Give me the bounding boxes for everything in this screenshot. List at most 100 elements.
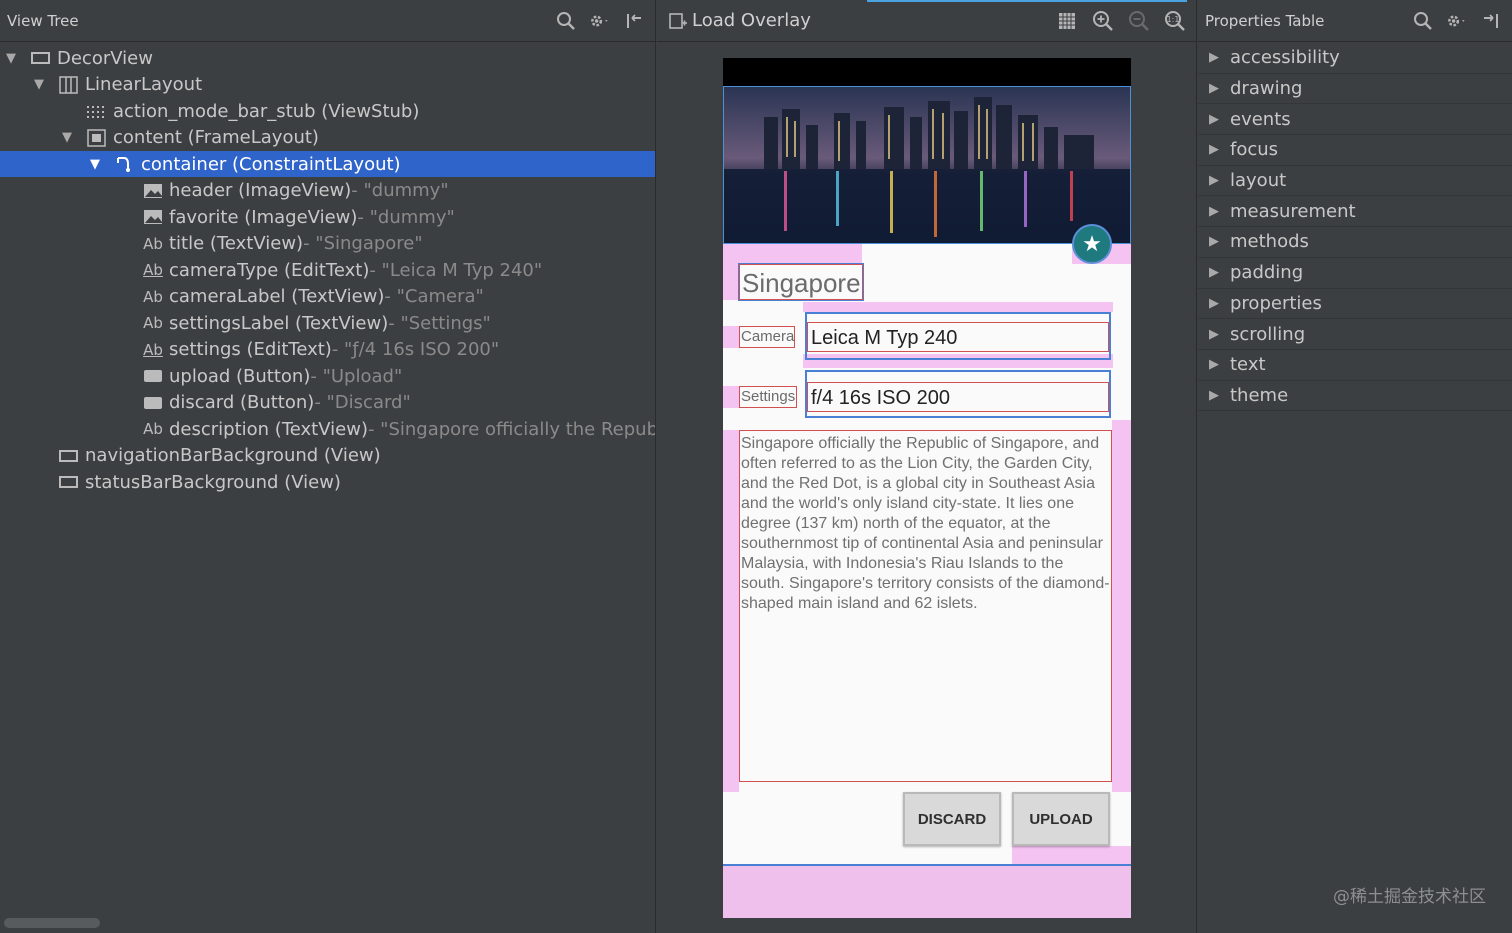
tree-node-navigationbarbackground[interactable]: navigationBarBackground (View): [0, 443, 655, 469]
linearlayout-icon: [58, 75, 80, 95]
property-group-events[interactable]: ▶ events: [1198, 104, 1512, 136]
expand-arrow-icon[interactable]: ▶: [1200, 173, 1228, 188]
zoom-in-icon[interactable]: [1092, 10, 1114, 32]
watermark: @稀土掘金技术社区: [1333, 887, 1486, 907]
tree-node-label: DecorView: [57, 47, 153, 69]
overlay-region: [723, 326, 739, 348]
expand-arrow-icon[interactable]: ▼: [88, 151, 102, 177]
property-group-focus[interactable]: ▶ focus: [1198, 135, 1512, 166]
expand-arrow-icon[interactable]: ▶: [1200, 388, 1228, 403]
load-overlay-button[interactable]: Load Overlay: [689, 10, 811, 31]
overlay-region: [723, 264, 739, 300]
camera-type-field[interactable]: Leica M Typ 240: [807, 322, 1109, 352]
overlay-region: [1012, 846, 1131, 864]
gear-icon[interactable]: [589, 10, 611, 32]
property-group-label: events: [1230, 108, 1291, 130]
expand-arrow-icon[interactable]: ▼: [32, 72, 46, 98]
collapse-right-icon[interactable]: [1480, 10, 1502, 32]
load-overlay-icon[interactable]: [667, 10, 689, 32]
expand-arrow-icon[interactable]: ▶: [1200, 234, 1228, 249]
tree-node-viewstub[interactable]: action_mode_bar_stub (ViewStub): [0, 98, 655, 124]
gear-icon[interactable]: [1446, 10, 1468, 32]
tree-node-label: upload (Button): [169, 365, 311, 387]
tree-node-favorite[interactable]: favorite (ImageView) - "dummy": [0, 204, 655, 230]
toolbar-progress-indicator: [867, 0, 1187, 2]
edittext-icon: Ab: [143, 261, 163, 279]
grid-icon[interactable]: [1056, 10, 1078, 32]
viewstub-icon: [86, 101, 108, 121]
tree-node-value: - "Singapore officially the Republi: [367, 418, 655, 440]
upload-button[interactable]: UPLOAD: [1012, 792, 1110, 846]
tree-node-content[interactable]: ▼ content (FrameLayout): [0, 125, 655, 151]
property-group-scrolling[interactable]: ▶ scrolling: [1198, 319, 1512, 350]
view-tree-title: View Tree: [7, 11, 79, 30]
zoom-out-icon[interactable]: [1128, 10, 1150, 32]
property-group-drawing[interactable]: ▶ drawing: [1198, 74, 1512, 105]
tree-node-container[interactable]: ▼ container (ConstraintLayout): [0, 151, 655, 177]
expand-arrow-icon[interactable]: ▶: [1200, 265, 1228, 280]
expand-arrow-icon[interactable]: ▼: [60, 125, 74, 151]
tree-node-linearlayout[interactable]: ▼ LinearLayout: [0, 72, 655, 98]
tree-node-description[interactable]: Ab description (TextView) - "Singapore o…: [0, 416, 655, 442]
property-group-methods[interactable]: ▶ methods: [1198, 227, 1512, 258]
tree-node-value: - "dummy": [357, 206, 455, 228]
property-group-accessibility[interactable]: ▶ accessibility: [1198, 43, 1512, 74]
tree-node-value: - "Singapore": [303, 233, 423, 254]
tree-node-header[interactable]: header (ImageView) - "dummy": [0, 178, 655, 204]
expand-arrow-icon[interactable]: ▶: [1200, 296, 1228, 311]
property-group-layout[interactable]: ▶ layout: [1198, 166, 1512, 197]
tree-node-label: statusBarBackground (View): [85, 471, 341, 493]
overlay-region: [1112, 420, 1131, 792]
tree-node-label: description (TextView): [169, 418, 368, 440]
search-icon[interactable]: [555, 10, 577, 32]
expand-arrow-icon[interactable]: ▶: [1200, 112, 1228, 127]
tree-node-statusbarbackground[interactable]: statusBarBackground (View): [0, 469, 655, 495]
settings-field[interactable]: f/4 16s ISO 200: [807, 382, 1109, 412]
property-group-measurement[interactable]: ▶ measurement: [1198, 196, 1512, 228]
expand-arrow-icon[interactable]: ▶: [1200, 357, 1228, 372]
overlay-region: [723, 430, 739, 792]
collapse-left-icon[interactable]: [623, 10, 645, 32]
status-bar: [723, 58, 1131, 86]
tree-node-label: header (ImageView): [169, 180, 352, 201]
tree-node-title[interactable]: Ab title (TextView) - "Singapore": [0, 231, 655, 257]
favorite-button[interactable]: ★: [1072, 224, 1112, 264]
textview-icon: Ab: [143, 234, 163, 253]
view-icon: [30, 48, 52, 68]
tree-node-label: navigationBarBackground (View): [85, 445, 381, 466]
imageview-icon: [142, 181, 164, 201]
property-group-properties[interactable]: ▶ properties: [1198, 289, 1512, 320]
expand-arrow-icon[interactable]: ▶: [1200, 204, 1228, 219]
property-group-label: drawing: [1230, 78, 1303, 100]
tree-node-cameralabel[interactable]: Ab cameraLabel (TextView) - "Camera": [0, 284, 655, 310]
textview-icon: Ab: [143, 287, 163, 306]
tree-node-value: - "Camera": [384, 286, 484, 307]
expand-arrow-icon[interactable]: ▶: [1200, 81, 1228, 96]
expand-arrow-icon[interactable]: ▶: [1200, 50, 1228, 65]
discard-button[interactable]: DISCARD: [903, 792, 1001, 846]
search-icon[interactable]: [1412, 10, 1434, 32]
property-group-theme[interactable]: ▶ theme: [1198, 381, 1512, 412]
expand-arrow-icon[interactable]: ▶: [1200, 142, 1228, 157]
tree-node-label: favorite (ImageView): [169, 206, 358, 228]
view-tree-toolbar: View Tree: [0, 0, 655, 42]
expand-arrow-icon[interactable]: ▼: [4, 45, 18, 71]
view-tree-panel: View Tree ▼ DecorView ▼ LinearLayout act…: [0, 0, 656, 933]
title-text: Singapore: [738, 263, 864, 301]
properties-panel: Properties Table ▶ accessibility ▶ drawing…: [1198, 0, 1512, 933]
tree-node-label: settingsLabel (TextView): [169, 312, 389, 334]
tree-node-settingslabel[interactable]: Ab settingsLabel (TextView) - "Settings": [0, 310, 655, 336]
tree-node-discard[interactable]: discard (Button) - "Discard": [0, 390, 655, 416]
horizontal-scrollbar[interactable]: [4, 918, 100, 928]
expand-arrow-icon[interactable]: ▶: [1200, 327, 1228, 342]
tree-node-upload[interactable]: upload (Button) - "Upload": [0, 363, 655, 389]
tree-node-settings[interactable]: Ab settings (EditText) - "ƒ/4 16s ISO 20…: [0, 337, 655, 363]
property-group-label: scrolling: [1230, 323, 1306, 345]
property-group-padding[interactable]: ▶ padding: [1198, 258, 1512, 289]
tree-node-decorview[interactable]: ▼ DecorView: [0, 45, 655, 71]
property-group-text[interactable]: ▶ text: [1198, 350, 1512, 381]
property-group-label: accessibility: [1230, 47, 1340, 69]
tree-node-cameratype[interactable]: Ab cameraType (EditText) - "Leica M Typ …: [0, 257, 655, 283]
zoom-actual-icon[interactable]: 1:1: [1164, 10, 1186, 32]
property-group-label: layout: [1230, 170, 1287, 192]
